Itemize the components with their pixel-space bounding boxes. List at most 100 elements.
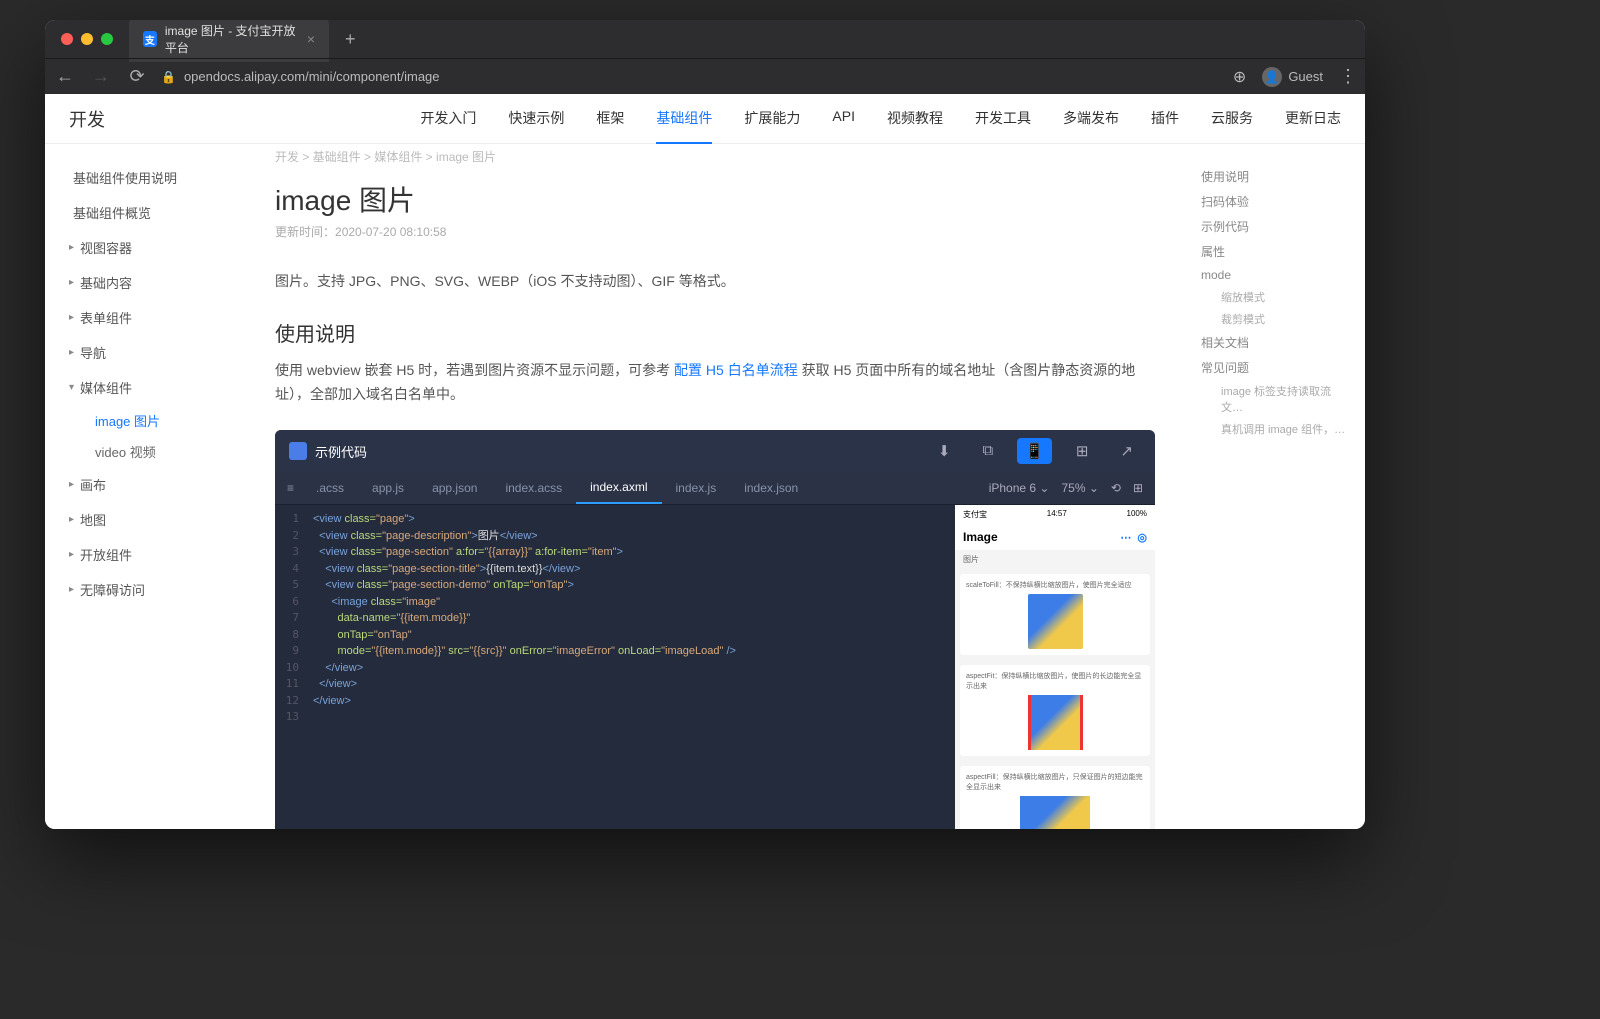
section-heading-usage: 使用说明 [275, 318, 1155, 347]
preview-image-aspectfill [1020, 796, 1090, 829]
sidebar-item[interactable]: 基础组件概览 [45, 195, 245, 230]
code-editor[interactable]: <view class="page"> <view class="page-de… [305, 505, 955, 829]
grid-icon[interactable]: ⊞ [1068, 438, 1097, 464]
device-select[interactable]: iPhone 6 ⌄ [989, 481, 1050, 495]
page-title: image 图片 [275, 179, 1155, 219]
sidebar-item[interactable]: 基础组件使用说明 [45, 160, 245, 195]
sidebar-group[interactable]: 媒体组件 [45, 370, 245, 405]
nav-item[interactable]: 开发工具 [975, 94, 1031, 144]
url-field[interactable]: 🔒 opendocs.alipay.com/mini/component/ima… [161, 69, 1221, 84]
tab-bar: 支 image 图片 - 支付宝开放平台 × + [45, 20, 1365, 58]
page-content: 开发 开发入门快速示例框架基础组件扩展能力 API 视频教程开发工具多端发布插件云服… [45, 94, 1365, 829]
toc-sub-item[interactable]: 裁剪模式 [1201, 308, 1349, 330]
table-of-contents: 使用说明扫码体验示例代码属性mode缩放模式裁剪模式相关文档常见问题image … [1185, 144, 1365, 829]
nav-item[interactable]: 快速示例 [508, 94, 564, 144]
cube-icon [289, 442, 307, 460]
sidebar-group[interactable]: 开放组件 [45, 537, 245, 572]
code-file-tab[interactable]: index.js [662, 473, 731, 503]
sidebar-sub-item[interactable]: image 图片 [45, 405, 245, 436]
nav-item[interactable]: 框架 [596, 94, 624, 144]
profile-button[interactable]: 👤 Guest [1262, 67, 1323, 87]
phone-status-bar: 支付宝14:57100% [955, 505, 1155, 524]
site-brand[interactable]: 开发 [69, 106, 105, 132]
top-nav: 开发 开发入门快速示例框架基础组件扩展能力 API 视频教程开发工具多端发布插件云服… [45, 94, 1365, 144]
nav-item[interactable]: API [832, 94, 855, 144]
file-list-icon[interactable]: ≡ [287, 481, 302, 495]
preview-mode-card: aspectFill：保持纵横比缩放图片，只保证图片的短边能完全显示出来 [960, 766, 1150, 829]
zoom-select[interactable]: 75% ⌄ [1061, 481, 1098, 495]
nav-item[interactable]: 多端发布 [1063, 94, 1119, 144]
url-text: opendocs.alipay.com/mini/component/image [184, 69, 440, 84]
nav-item[interactable]: 基础组件 [656, 94, 712, 144]
nav-item[interactable]: 更新日志 [1285, 94, 1341, 144]
code-header-label: 示例代码 [315, 442, 367, 461]
browser-tab[interactable]: 支 image 图片 - 支付宝开放平台 × [129, 20, 329, 62]
sidebar-group[interactable]: 无障碍访问 [45, 572, 245, 607]
intro-text: 图片。支持 JPG、PNG、SVG、WEBP（iOS 不支持动图）、GIF 等格… [275, 270, 1155, 294]
sidebar-group[interactable]: 基础内容 [45, 265, 245, 300]
code-file-tab[interactable]: index.axml [576, 472, 661, 504]
toc-item[interactable]: 使用说明 [1201, 164, 1349, 189]
toc-item[interactable]: 相关文档 [1201, 330, 1349, 355]
toc-item[interactable]: 示例代码 [1201, 214, 1349, 239]
nav-item[interactable]: 插件 [1151, 94, 1179, 144]
line-numbers: 12345678910111213 [275, 505, 305, 829]
minimize-window-icon[interactable] [81, 33, 93, 45]
maximize-window-icon[interactable] [101, 33, 113, 45]
code-file-tab[interactable]: .acss [302, 473, 358, 503]
toc-item[interactable]: 属性 [1201, 239, 1349, 264]
preview-mode-card: scaleToFill：不保持纵横比缩放图片，使图片完全适应 [960, 574, 1150, 655]
grid-toggle-icon[interactable]: ⊞ [1133, 481, 1143, 495]
browser-chrome: 支 image 图片 - 支付宝开放平台 × + ← → ⟳ 🔒 opendoc… [45, 20, 1365, 94]
nav-item[interactable]: 开发入门 [420, 94, 476, 144]
nav-item[interactable]: 视频教程 [887, 94, 943, 144]
phone-title-bar: Image ⋯◎ [955, 524, 1155, 550]
usage-paragraph: 使用 webview 嵌套 H5 时，若遇到图片资源不显示问题，可参考 配置 H… [275, 359, 1155, 407]
preview-image-aspectfit [1028, 695, 1083, 750]
code-example-block: 示例代码 ⬇ ⧉ 📱 ⊞ ↗ ≡.acssapp.jsapp.jsonindex… [275, 430, 1155, 829]
traffic-lights [53, 33, 121, 45]
preview-image-scaletofill [1028, 594, 1083, 649]
sidebar-group[interactable]: 视图容器 [45, 230, 245, 265]
target-icon[interactable]: ◎ [1137, 531, 1147, 544]
sidebar-sub-item[interactable]: video 视频 [45, 436, 245, 467]
qrcode-icon[interactable]: ⧉ [974, 438, 1001, 464]
share-icon[interactable]: ↗ [1112, 438, 1141, 464]
menu-icon[interactable]: ⋮ [1339, 66, 1357, 87]
toc-item[interactable]: 常见问题 [1201, 355, 1349, 380]
search-icon[interactable]: ⊕ [1233, 67, 1246, 87]
more-icon[interactable]: ⋯ [1120, 531, 1131, 544]
nav-item[interactable]: 云服务 [1211, 94, 1253, 144]
code-file-tab[interactable]: index.acss [491, 473, 576, 503]
back-button[interactable]: ← [53, 66, 77, 87]
code-file-tab[interactable]: index.json [730, 473, 812, 503]
toc-sub-item[interactable]: image 标签支持读取流文… [1201, 380, 1349, 418]
toc-item[interactable]: mode [1201, 264, 1349, 286]
favicon-icon: 支 [143, 31, 157, 47]
whitelist-link[interactable]: 配置 H5 白名单流程 [674, 362, 798, 378]
sidebar: 基础组件使用说明基础组件概览视图容器基础内容表单组件导航媒体组件image 图片… [45, 144, 245, 829]
toc-sub-item[interactable]: 缩放模式 [1201, 286, 1349, 308]
preview-section-label: 图片 [955, 550, 1155, 569]
forward-button[interactable]: → [89, 66, 113, 87]
new-tab-button[interactable]: + [337, 29, 364, 50]
toc-item[interactable]: 扫码体验 [1201, 189, 1349, 214]
tab-close-icon[interactable]: × [307, 31, 315, 47]
toc-sub-item[interactable]: 真机调用 image 组件，… [1201, 418, 1349, 440]
phone-preview: 支付宝14:57100% Image ⋯◎ 图片 scaleToFill：不保持… [955, 505, 1155, 829]
breadcrumb: 开发 > 基础组件 > 媒体组件 > image 图片 [275, 144, 1155, 169]
sidebar-group[interactable]: 表单组件 [45, 300, 245, 335]
code-file-tab[interactable]: app.json [418, 473, 491, 503]
reload-button[interactable]: ⟳ [125, 66, 149, 87]
sidebar-group[interactable]: 导航 [45, 335, 245, 370]
lock-icon: 🔒 [161, 70, 176, 84]
download-icon[interactable]: ⬇ [930, 438, 959, 464]
code-file-tab[interactable]: app.js [358, 473, 418, 503]
sidebar-group[interactable]: 画布 [45, 467, 245, 502]
refresh-icon[interactable]: ⟲ [1111, 481, 1121, 495]
sidebar-group[interactable]: 地图 [45, 502, 245, 537]
phone-icon[interactable]: 📱 [1017, 438, 1052, 464]
nav-item[interactable]: 扩展能力 [744, 94, 800, 144]
close-window-icon[interactable] [61, 33, 73, 45]
profile-label: Guest [1288, 69, 1323, 84]
